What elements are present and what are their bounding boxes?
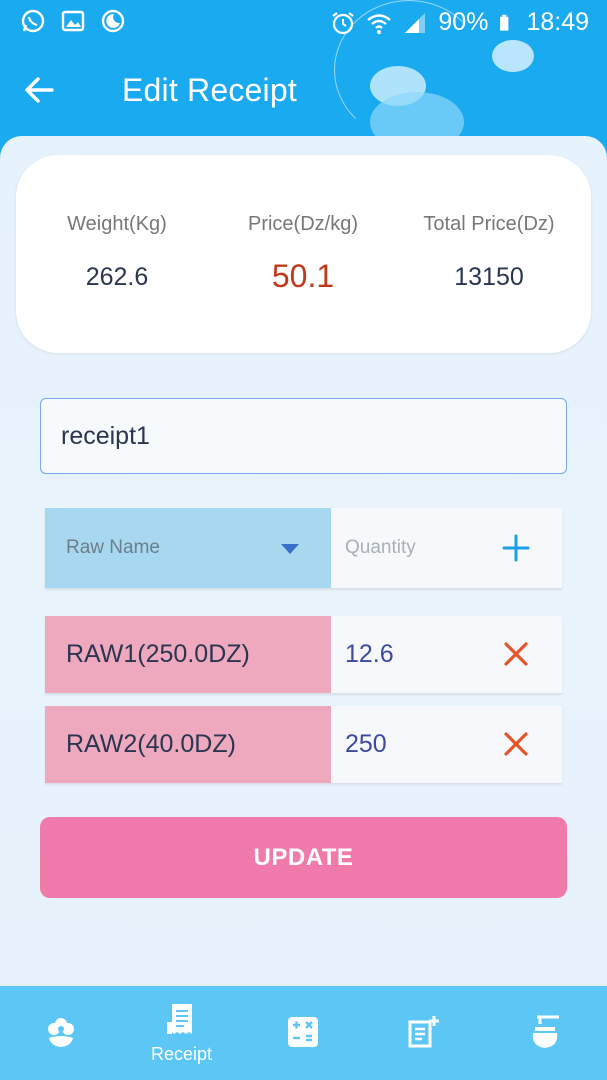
item-quantity-value: 250 <box>345 730 387 758</box>
image-icon <box>61 10 85 32</box>
whatsapp-icon <box>21 9 45 33</box>
nav-item-receipt[interactable]: Receipt <box>121 986 242 1080</box>
list-item: RAW1(250.0DZ) 12.6 <box>45 616 562 693</box>
item-quantity[interactable]: 250 <box>331 706 562 783</box>
honey-jar-icon <box>532 1015 559 1048</box>
item-name: RAW2(40.0DZ) <box>45 706 331 783</box>
arrow-left-icon[interactable] <box>22 72 58 108</box>
receipt-name-input[interactable] <box>40 398 567 474</box>
nav-item-flower[interactable] <box>0 986 121 1080</box>
weight-value: 262.6 <box>85 263 149 291</box>
battery-icon <box>500 14 509 31</box>
clock: 18:49 <box>526 8 589 36</box>
nav-label-receipt: Receipt <box>150 1044 213 1064</box>
total-label: Total Price(Dz) <box>423 213 555 235</box>
calculator-icon <box>288 1017 318 1047</box>
quantity-input[interactable]: Quantity <box>331 508 562 588</box>
total-value: 13150 <box>454 263 524 291</box>
quantity-placeholder: Quantity <box>345 537 416 558</box>
receipt-icon <box>167 1004 192 1034</box>
bottom-navigation: Receipt <box>0 986 607 1080</box>
item-quantity-value: 12.6 <box>345 640 394 668</box>
status-bar: 90% 18:49 <box>0 0 607 44</box>
decorative-bubble <box>492 40 534 72</box>
plus-icon[interactable] <box>500 532 532 564</box>
nav-item-honey[interactable] <box>484 986 605 1080</box>
item-quantity[interactable]: 12.6 <box>331 616 562 693</box>
price-value: 50.1 <box>271 258 335 294</box>
do-not-disturb-icon <box>101 9 125 33</box>
item-name: RAW1(250.0DZ) <box>45 616 331 693</box>
price-label: Price(Dz/kg) <box>247 213 358 235</box>
raw-name-placeholder: Raw Name <box>66 537 160 558</box>
raw-name-dropdown[interactable]: Raw Name <box>45 508 331 588</box>
close-icon[interactable] <box>500 638 532 670</box>
update-button[interactable]: UPDATE <box>40 817 567 898</box>
nav-item-add-note[interactable] <box>363 986 484 1080</box>
page-title: Edit Receipt <box>122 72 297 108</box>
status-left-icons <box>20 8 126 34</box>
add-item-row: Raw Name Quantity <box>45 508 562 588</box>
caret-down-icon <box>281 544 299 554</box>
list-item: RAW2(40.0DZ) 250 <box>45 706 562 783</box>
add-note-icon <box>408 1016 439 1048</box>
weight-label: Weight(Kg) <box>67 213 167 235</box>
nav-item-calculator[interactable] <box>242 986 363 1080</box>
flower-icon <box>48 1018 74 1047</box>
close-icon[interactable] <box>500 728 532 760</box>
summary-card: Weight(Kg) 262.6 Price(Dz/kg) 50.1 Total… <box>16 155 591 353</box>
